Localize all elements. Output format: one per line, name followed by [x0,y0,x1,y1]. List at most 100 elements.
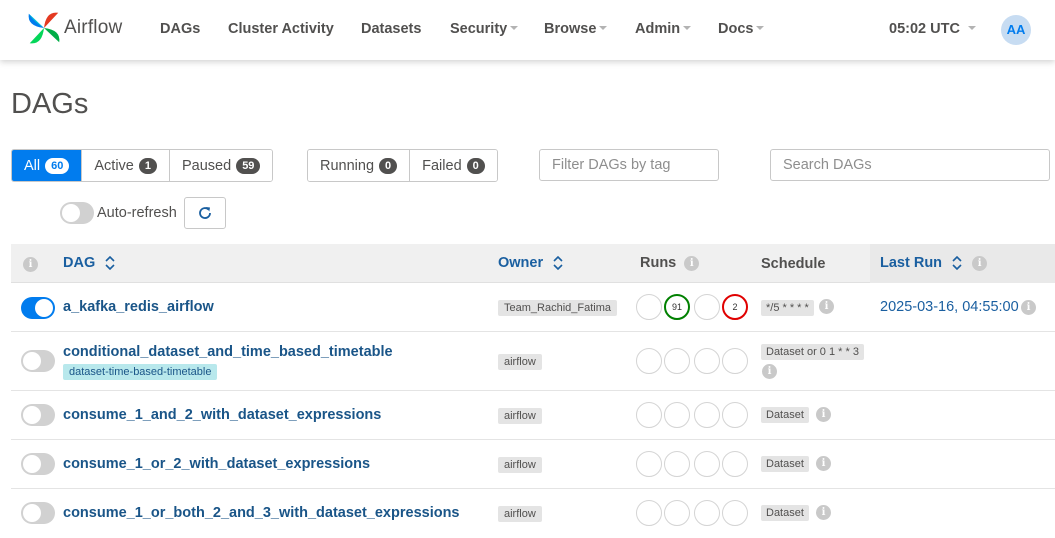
filter-all-button[interactable]: All 60 [12,150,83,181]
dag-pause-toggle[interactable] [21,453,55,475]
dag-pause-toggle[interactable] [21,297,55,319]
search-input[interactable] [770,149,1050,181]
run-state-running[interactable] [694,294,720,320]
dag-pause-toggle[interactable] [21,502,55,524]
run-state-running[interactable] [694,451,720,477]
sort-icon [105,256,115,271]
navbar: Airflow DAGs Cluster Activity Datasets S… [0,0,1055,60]
column-dag[interactable]: DAG [63,255,115,271]
nav-admin[interactable]: Admin [635,21,692,37]
airflow-logo-icon[interactable] [25,9,63,47]
info-icon[interactable]: i [816,456,831,471]
filter-active-button[interactable]: Active 1 [82,150,170,181]
run-state-running[interactable] [694,500,720,526]
run-state-queued[interactable] [636,348,662,374]
dag-link[interactable]: consume_1_or_2_with_dataset_expressions [63,456,370,472]
column-dag-label: DAG [63,255,96,271]
run-state-queued[interactable] [636,294,662,320]
info-icon[interactable]: i [23,256,38,272]
dag-link[interactable]: conditional_dataset_and_time_based_timet… [63,344,393,360]
nav-browse[interactable]: Browse [544,21,608,37]
table-header: i DAG Owner Runs i Schedule Last Run i [11,244,1055,283]
dag-pause-toggle[interactable] [21,350,55,372]
chevron-down-icon [756,26,765,31]
run-state-failed[interactable] [722,500,748,526]
filter-paused-button[interactable]: Paused 59 [170,150,273,181]
table-row: consume_1_or_2_with_dataset_expressions … [11,440,1055,489]
info-icon[interactable]: i [816,407,831,422]
owner-badge[interactable]: Team_Rachid_Fatima [498,300,617,316]
column-schedule: Schedule [761,256,826,272]
info-icon[interactable]: i [816,505,831,520]
sort-icon [952,256,962,271]
run-state-success[interactable]: 91 [664,294,690,320]
filter-failed-button[interactable]: Failed 0 [410,150,497,181]
timezone-clock[interactable]: 05:02 UTC [889,21,976,37]
schedule-badge[interactable]: Dataset or 0 1 * * 3 [761,344,864,360]
owner-badge[interactable]: airflow [498,354,542,370]
filter-running-count: 0 [379,157,398,174]
table-row: consume_1_and_2_with_dataset_expressions… [11,391,1055,440]
filter-paused-label: Paused [182,157,232,174]
filter-all-label: All [24,157,41,174]
run-state-success[interactable] [664,500,690,526]
tag-filter-input[interactable] [539,149,719,181]
run-state-queued[interactable] [636,500,662,526]
schedule-badge[interactable]: */5 * * * * [761,300,814,316]
run-state-success[interactable] [664,348,690,374]
column-last-run[interactable]: Last Run i [880,255,988,271]
chevron-down-icon [683,26,692,31]
run-state-failed[interactable] [722,348,748,374]
owner-badge[interactable]: airflow [498,408,542,424]
filter-all-count: 60 [45,157,70,174]
info-icon[interactable]: i [762,364,777,379]
run-state-failed[interactable] [722,402,748,428]
schedule-badge[interactable]: Dataset [761,456,809,472]
info-icon[interactable]: i [684,255,700,271]
run-state-failed[interactable]: 2 [722,294,748,320]
auto-refresh-toggle[interactable] [60,202,94,224]
filter-failed-count: 0 [466,157,485,174]
info-icon[interactable]: i [1021,300,1036,315]
user-avatar[interactable]: AA [1001,15,1031,45]
dag-link[interactable]: consume_1_and_2_with_dataset_expressions [63,407,381,423]
owner-badge[interactable]: airflow [498,506,542,522]
auto-refresh-label: Auto-refresh [97,205,177,221]
dag-link[interactable]: consume_1_or_both_2_and_3_with_dataset_e… [63,505,460,521]
filter-running-button[interactable]: Running 0 [308,150,411,181]
state-filter-group: Running 0 Failed 0 [307,149,498,182]
column-owner-label: Owner [498,255,544,271]
run-state-queued[interactable] [636,451,662,477]
run-state-failed[interactable] [722,451,748,477]
info-icon[interactable]: i [972,255,988,271]
filter-paused-count: 59 [236,157,261,174]
info-icon[interactable]: i [819,299,834,314]
filter-active-count: 1 [138,157,157,174]
run-state-success[interactable] [664,402,690,428]
dag-link[interactable]: a_kafka_redis_airflow [63,299,214,315]
dag-tag[interactable]: dataset-time-based-timetable [63,364,218,380]
owner-badge[interactable]: airflow [498,457,542,473]
nav-docs[interactable]: Docs [718,21,765,37]
column-owner[interactable]: Owner [498,255,563,271]
chevron-down-icon [510,26,519,31]
refresh-icon [199,207,211,219]
filter-running-label: Running [320,157,375,174]
nav-datasets[interactable]: Datasets [361,21,421,37]
table-row: a_kafka_redis_airflow Team_Rachid_Fatima… [11,283,1055,332]
brand-name[interactable]: Airflow [64,17,122,39]
schedule-badge[interactable]: Dataset [761,505,809,521]
last-run-link[interactable]: 2025-03-16, 04:55:00 [880,299,1019,315]
run-state-running[interactable] [694,402,720,428]
nav-dags[interactable]: DAGs [160,21,200,37]
dag-pause-toggle[interactable] [21,404,55,426]
chevron-down-icon [599,26,608,31]
column-runs: Runs i [640,255,700,271]
nav-security[interactable]: Security [450,21,519,37]
run-state-queued[interactable] [636,402,662,428]
run-state-running[interactable] [694,348,720,374]
schedule-badge[interactable]: Dataset [761,407,809,423]
nav-cluster-activity[interactable]: Cluster Activity [228,21,334,37]
refresh-button[interactable] [184,197,226,229]
run-state-success[interactable] [664,451,690,477]
